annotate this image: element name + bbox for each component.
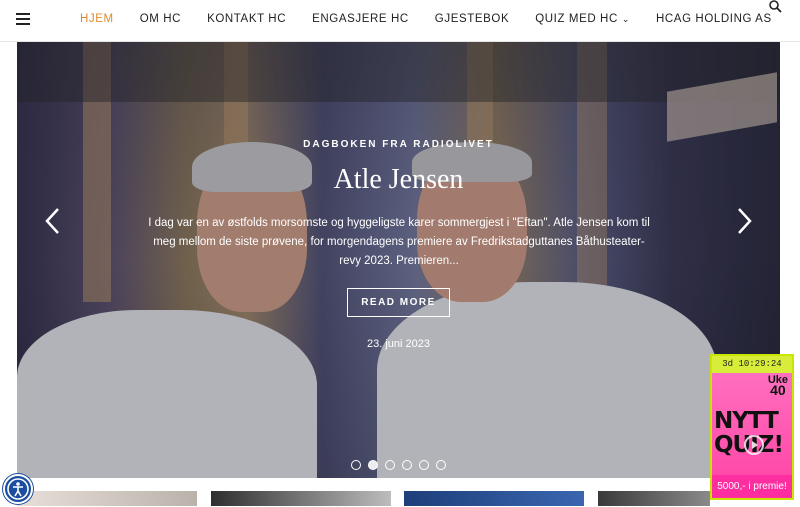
quiz-countdown: 3d 10:29:24 bbox=[712, 356, 792, 373]
main-nav: HJEM OM HC KONTAKT HC ENGASJERE HC GJEST… bbox=[80, 13, 798, 25]
post-thumbnail[interactable] bbox=[17, 491, 197, 506]
quiz-banner: Uke 40 NYTT QUIZ! bbox=[712, 373, 792, 477]
hero-slider: DAGBOKEN FRA RADIOLIVET Atle Jensen I da… bbox=[17, 42, 780, 478]
quiz-headline-line-1: NYTT bbox=[714, 408, 779, 434]
nav-item-om-hc[interactable]: OM HC bbox=[140, 13, 181, 25]
top-navigation-bar: HJEM OM HC KONTAKT HC ENGASJERE HC GJEST… bbox=[0, 0, 800, 42]
quiz-week-number: 40 bbox=[770, 382, 786, 398]
play-icon[interactable] bbox=[744, 435, 764, 455]
hero-content: DAGBOKEN FRA RADIOLIVET Atle Jensen I da… bbox=[17, 42, 780, 478]
next-slide-arrow-icon[interactable] bbox=[734, 206, 754, 236]
quiz-week-badge: Uke 40 bbox=[768, 375, 788, 398]
slider-dot[interactable] bbox=[351, 460, 361, 470]
slider-dot[interactable] bbox=[436, 460, 446, 470]
chevron-down-icon: ⌄ bbox=[621, 14, 630, 24]
nav-item-engasjere-hc[interactable]: ENGASJERE HC bbox=[312, 13, 409, 25]
post-thumbnail[interactable] bbox=[211, 491, 391, 506]
nav-item-hcag-holding[interactable]: HCAG HOLDING AS bbox=[656, 13, 772, 25]
post-thumbnail[interactable] bbox=[598, 491, 710, 506]
nav-item-quiz-med-hc[interactable]: QUIZ MED HC ⌄ bbox=[535, 13, 630, 25]
slide-date: 23. juni 2023 bbox=[367, 338, 430, 350]
quiz-promo-widget[interactable]: 3d 10:29:24 Uke 40 NYTT QUIZ! 5000,- i p… bbox=[710, 354, 794, 500]
nav-item-kontakt-hc[interactable]: KONTAKT HC bbox=[207, 13, 286, 25]
slider-dot[interactable] bbox=[385, 460, 395, 470]
slide-excerpt: I dag var en av østfolds morsomste og hy… bbox=[148, 217, 650, 267]
slider-dot[interactable] bbox=[402, 460, 412, 470]
accessibility-icon bbox=[7, 478, 29, 500]
post-thumbnail[interactable] bbox=[404, 491, 584, 506]
slider-pagination bbox=[351, 460, 453, 470]
hamburger-menu-icon[interactable] bbox=[16, 13, 30, 25]
read-more-button[interactable]: READ MORE bbox=[347, 288, 450, 317]
previous-slide-arrow-icon[interactable] bbox=[43, 206, 63, 236]
quiz-prize-label: 5000,- i premie! bbox=[712, 475, 792, 498]
nav-item-gjestebok[interactable]: GJESTEBOK bbox=[435, 13, 509, 25]
nav-item-hjem[interactable]: HJEM bbox=[80, 13, 114, 25]
slide-category[interactable]: DAGBOKEN FRA RADIOLIVET bbox=[17, 139, 780, 150]
accessibility-button[interactable] bbox=[3, 474, 33, 504]
slider-dot[interactable] bbox=[419, 460, 429, 470]
nav-item-quiz-label: QUIZ MED HC bbox=[535, 13, 618, 25]
slider-dot[interactable] bbox=[368, 460, 378, 470]
slide-title[interactable]: Atle Jensen bbox=[17, 164, 780, 196]
search-icon[interactable] bbox=[768, 0, 784, 14]
post-thumbnails-row bbox=[0, 491, 800, 506]
play-triangle-icon bbox=[752, 441, 758, 449]
